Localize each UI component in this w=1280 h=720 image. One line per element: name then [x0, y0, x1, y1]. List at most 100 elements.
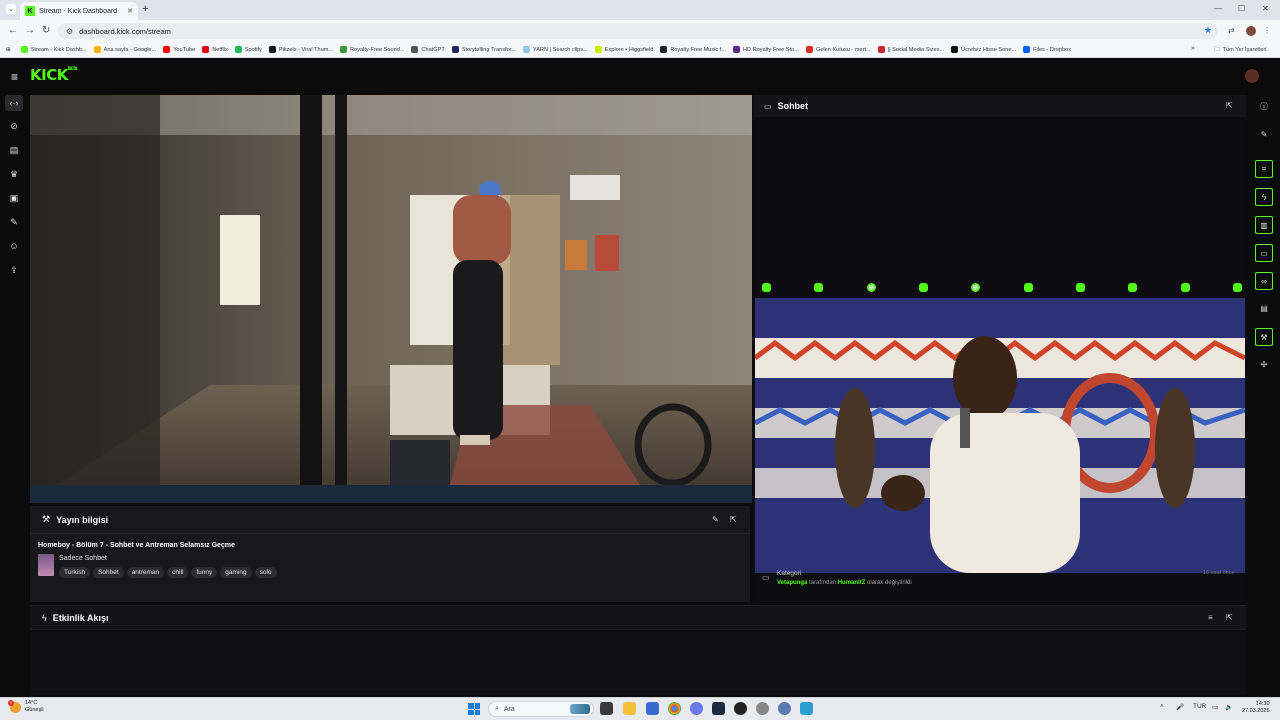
community-nav-icon[interactable]: ☺ [8, 240, 20, 252]
apps-grid-icon[interactable]: ⊞ [6, 47, 11, 53]
bookmark-item[interactable]: Ücretsiz Hisse Sene... [951, 46, 1016, 53]
input-language[interactable]: TUR [1193, 703, 1206, 710]
volume-icon[interactable]: 🔈 [1225, 703, 1233, 711]
share-icon[interactable]: ✣ [1256, 356, 1272, 372]
mail-icon[interactable] [646, 702, 659, 715]
emote-icon[interactable] [1232, 283, 1242, 292]
bookmark-item[interactable]: Storytelling Transfor... [451, 46, 516, 53]
upload-nav-icon[interactable]: ⇪ [8, 264, 20, 276]
weather-widget[interactable]: 1 14°C Güneşli [8, 699, 44, 714]
emote-icon[interactable] [1180, 283, 1190, 292]
analytics-nav-icon[interactable]: ▤ [8, 144, 20, 156]
info-icon[interactable]: ⓘ [1256, 98, 1272, 114]
link-nav-icon[interactable]: ⊘ [8, 120, 20, 132]
chat-panel-icon[interactable]: ▭ [1255, 244, 1273, 262]
tab-search-icon[interactable]: ⌄ [6, 4, 16, 14]
bookmark-item[interactable]: Explore • Higgsfield [594, 46, 653, 53]
obs-icon[interactable] [734, 702, 747, 715]
emote-icon[interactable] [1128, 283, 1138, 292]
file-explorer-icon[interactable] [623, 702, 636, 715]
bookmark-item[interactable]: Gelen Kutusu - mert... [805, 46, 871, 53]
bookmark-favicon-icon [234, 46, 242, 53]
bookmark-item[interactable]: YouTube [163, 46, 195, 53]
bookmark-item[interactable]: Royalty Free Music f... [660, 46, 726, 53]
bookmark-item[interactable]: HD Royalty Free Sto... [733, 46, 799, 53]
taskbar-search[interactable]: ⌕ Ara [488, 701, 594, 717]
tab-kick-dashboard[interactable]: K Stream - Kick Dashboard ✕ [20, 2, 138, 20]
settings-gear-icon[interactable] [756, 702, 769, 715]
edit-icon[interactable]: ✎ [1256, 126, 1272, 142]
trophy-nav-icon[interactable]: ♛ [8, 168, 20, 180]
bookmark-star-icon[interactable]: ★ [1204, 25, 1212, 36]
bookmarks-overflow-icon[interactable]: » [1191, 45, 1195, 52]
layout-nav-icon[interactable]: ▣ [8, 192, 20, 204]
edit-stream-info-icon[interactable]: ✎ [712, 515, 719, 524]
card-icon[interactable]: ▤ [1256, 300, 1272, 316]
network-icon[interactable]: ▭ [1212, 703, 1218, 711]
stream-preview-video[interactable] [30, 95, 752, 503]
kick-beta-badge: BETA [67, 66, 78, 71]
emote-icon[interactable] [971, 283, 981, 292]
notepad-icon[interactable] [800, 702, 813, 715]
stream-nav-icon[interactable]: ‹·› [5, 95, 23, 111]
app-gear-icon[interactable] [778, 702, 791, 715]
extensions-icon[interactable]: ⇄ [1228, 26, 1235, 35]
minimize-icon[interactable]: — [1214, 4, 1222, 13]
new-tab-icon[interactable]: + [142, 3, 148, 15]
emote-icon[interactable] [918, 283, 928, 292]
bookmark-item[interactable]: Royalty-Free Sound... [340, 46, 404, 53]
back-icon[interactable]: ← [8, 25, 18, 36]
notes-icon[interactable]: ▥ [1255, 216, 1273, 234]
task-view-icon[interactable] [600, 702, 613, 715]
site-info-icon[interactable]: ⚙ [66, 27, 73, 36]
clip-icon[interactable]: ⌗ [1255, 160, 1273, 178]
bookmark-item[interactable]: YARN | Search clips... [522, 46, 588, 53]
user-avatar[interactable] [1245, 69, 1259, 83]
url-input[interactable]: ⚙ dashboard.kick.com/stream [58, 23, 1218, 39]
bookmark-label: ChatGPT [421, 46, 445, 53]
bookmark-item[interactable]: Pikzels - Viral Thum... [268, 46, 334, 53]
chrome-icon[interactable] [668, 702, 681, 715]
emote-icon[interactable] [814, 283, 824, 292]
menu-hamburger-icon[interactable]: ≡ [11, 70, 18, 84]
close-window-icon[interactable]: ✕ [1262, 4, 1269, 13]
bookmark-item[interactable]: Files - Dropbox [1023, 46, 1071, 53]
profile-avatar[interactable] [1246, 26, 1256, 36]
emote-icon[interactable] [866, 283, 876, 292]
taskbar-clock[interactable]: 14:30 27.03.2026 [1242, 701, 1270, 715]
popout-activity-icon[interactable]: ⇱ [1226, 613, 1233, 622]
microphone-icon[interactable]: 🎤 [1176, 703, 1184, 711]
popout-stream-info-icon[interactable]: ⇱ [730, 515, 737, 524]
bookmark-item[interactable]: Stream - Kick Dashb... [20, 46, 87, 53]
tray-chevron-icon[interactable]: ˄ [1160, 703, 1164, 710]
bookmark-item[interactable]: Ana sayfa - Google... [93, 46, 156, 53]
reload-icon[interactable]: ↻ [42, 25, 50, 36]
bookmark-item[interactable]: || Social Media Sizes... [877, 46, 944, 53]
wrench-icon[interactable]: ⚒ [1255, 328, 1273, 346]
photoshop-icon[interactable] [712, 702, 725, 715]
emote-icon[interactable] [762, 283, 771, 292]
stream-info-panel: ⚒ Yayın bilgisi ✎ ⇱ Homeboy - Bölüm 7 - … [30, 506, 750, 602]
bookmark-item[interactable]: ChatGPT [411, 46, 445, 53]
browser-menu-icon[interactable]: ⋮ [1263, 26, 1271, 35]
emote-icon[interactable] [1023, 283, 1033, 292]
popout-chat-icon[interactable]: ⇱ [1226, 101, 1233, 110]
event-target: HumanitZ [837, 580, 866, 586]
close-tab-icon[interactable]: ✕ [127, 7, 133, 15]
emote-icon[interactable] [1075, 283, 1085, 292]
browser-icon[interactable] [690, 702, 703, 715]
tools-nav-icon[interactable]: ✎ [8, 216, 20, 228]
forward-icon[interactable]: → [25, 25, 35, 36]
kick-logo[interactable]: KICKBETA [30, 66, 78, 84]
bookmark-item[interactable]: Spotify [234, 46, 262, 53]
maximize-icon[interactable]: ☐ [1238, 4, 1245, 13]
bookmark-label: Pikzels - Viral Thum... [278, 46, 334, 53]
filter-icon[interactable]: ≡ [1208, 613, 1213, 622]
all-bookmarks-button[interactable]: 🗀 Tüm Yer İşaretleri [1214, 45, 1266, 55]
bookmark-item[interactable]: Netflix [202, 46, 228, 53]
clock-time: 14:30 [1255, 701, 1270, 707]
bolt-icon[interactable]: ϟ [1255, 188, 1273, 206]
overlay-video[interactable] [755, 298, 1245, 573]
link-icon[interactable]: ∞ [1255, 272, 1273, 290]
start-button-icon[interactable] [468, 703, 480, 715]
